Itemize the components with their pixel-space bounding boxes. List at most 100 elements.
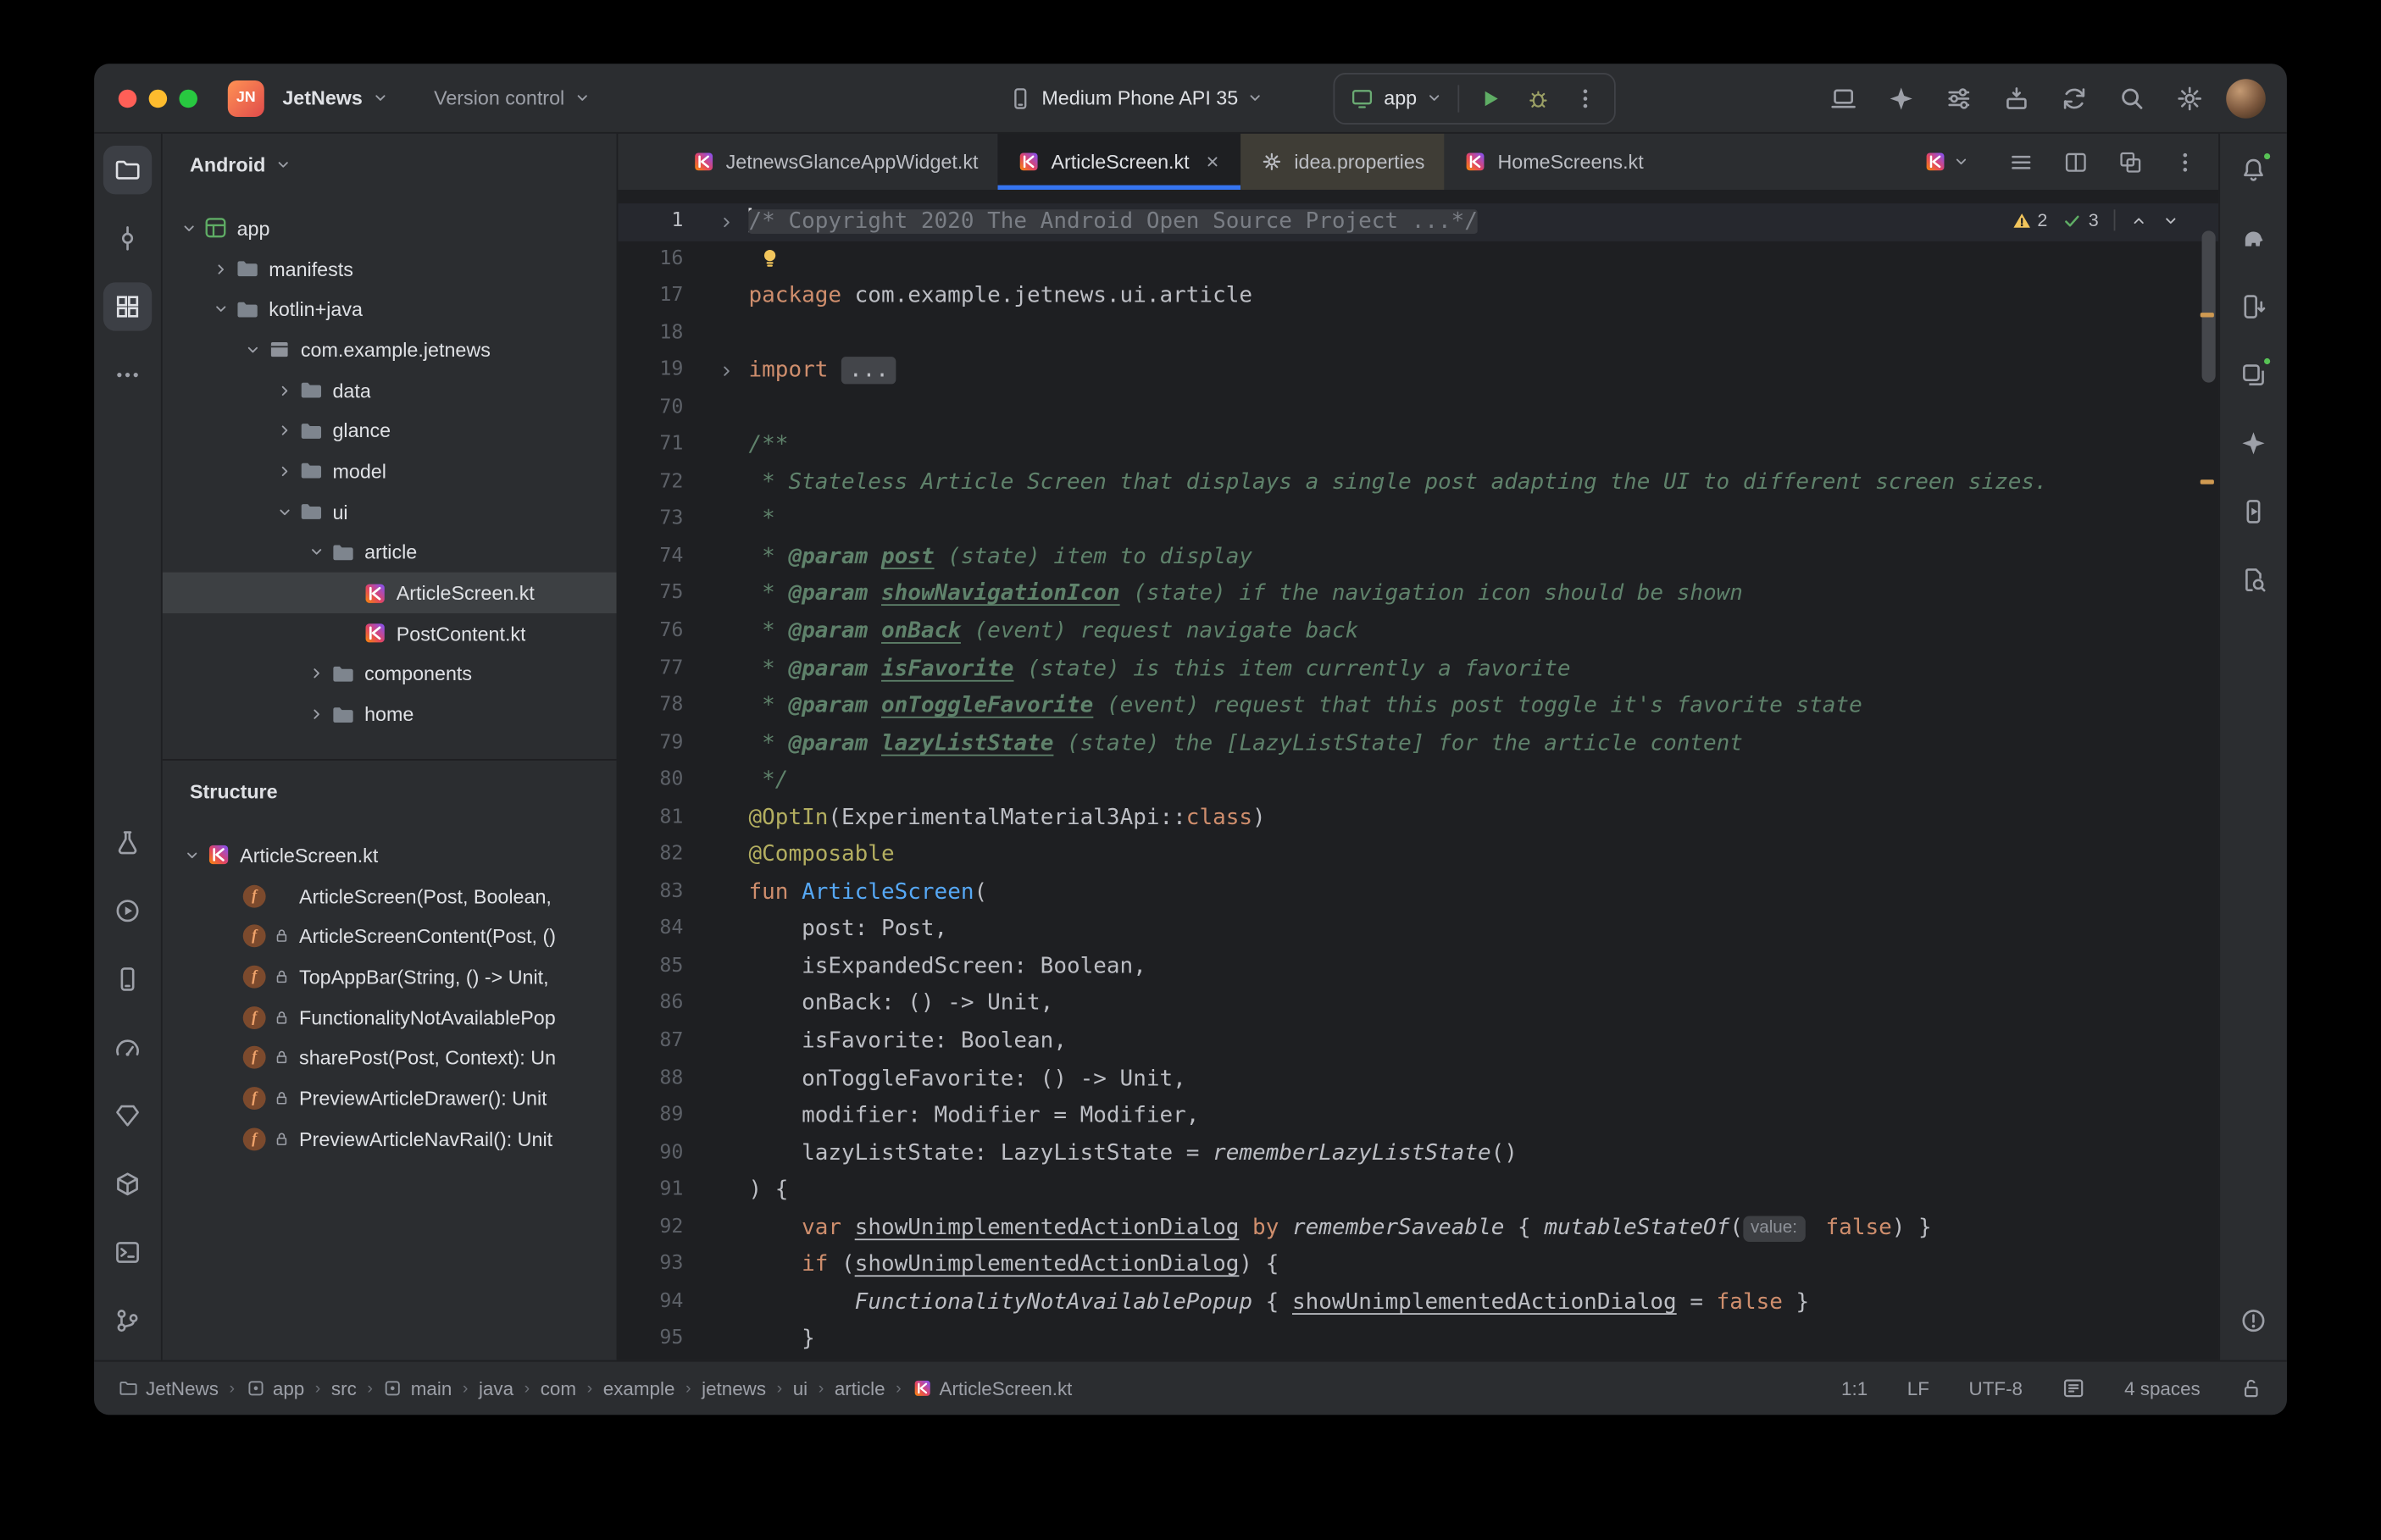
run-toolwindow-button[interactable] (103, 887, 152, 935)
project-item-postcontent-kt[interactable]: PostContent.kt (163, 613, 617, 654)
code-line-82[interactable]: 82@Composable (618, 837, 2218, 874)
project-toolwindow-button[interactable] (103, 146, 152, 194)
debug-button[interactable] (1520, 77, 1557, 119)
chevron-slot[interactable] (302, 706, 331, 723)
close-button[interactable] (119, 89, 137, 108)
project-item-com-example-jetnews[interactable]: com.example.jetnews (163, 330, 617, 370)
code-line-88[interactable]: 88 onToggleFavorite: () -> Unit, (618, 1061, 2218, 1098)
app-quality-insights-toolwindow-button[interactable] (103, 1092, 152, 1140)
code-line-77[interactable]: 77 * @param isFavorite (state) is this i… (618, 651, 2218, 688)
project-item-article[interactable]: article (163, 532, 617, 573)
gradle-sync-button[interactable] (2053, 77, 2095, 119)
indent-widget[interactable]: 4 spaces (2124, 1377, 2201, 1399)
previous-problem-icon[interactable] (2130, 212, 2147, 229)
code-line-17[interactable]: 17package com.example.jetnews.ui.article (618, 278, 2218, 315)
warnings-indicator[interactable]: 2 (2012, 209, 2047, 230)
project-item-app[interactable]: app (163, 208, 617, 249)
code-line-70[interactable]: 70 (618, 390, 2218, 427)
build-toolwindow-button[interactable] (103, 1160, 152, 1208)
chevron-slot[interactable] (207, 260, 236, 277)
more-run-options-button[interactable] (1568, 77, 1601, 119)
structure-item-previewarticlenavrail-unit[interactable]: fPreviewArticleNavRail(): Unit (163, 1118, 617, 1159)
close-tab-icon[interactable] (1205, 153, 1222, 170)
zoom-button[interactable] (179, 89, 197, 108)
editor-layout-icon[interactable] (2062, 1377, 2085, 1399)
breadcrumb-main[interactable]: main (383, 1377, 452, 1399)
code-line-18[interactable]: 18 (618, 315, 2218, 352)
editor-tab-jetnewsglanceappwidget-kt[interactable]: JetnewsGlanceAppWidget.kt (673, 134, 998, 190)
device-streaming-button[interactable] (1823, 77, 1865, 119)
breadcrumb-jetnews[interactable]: JetNews (119, 1377, 219, 1399)
chevron-slot[interactable] (238, 341, 267, 358)
gradle-toolwindow-button[interactable] (2229, 214, 2278, 263)
kotlin-dropdown-button[interactable] (1924, 150, 1970, 173)
settings-button[interactable] (2168, 77, 2211, 119)
code-line-79[interactable]: 79 * @param lazyListState (state) the [L… (618, 725, 2218, 762)
structure-item-articlescreen-post-boolean[interactable]: fArticleScreen(Post, Boolean, (163, 875, 617, 916)
code-line-93[interactable]: 93 if (showUnimplementedActionDialog) { (618, 1247, 2218, 1284)
code-line-90[interactable]: 90 lazyListState: LazyListState = rememb… (618, 1135, 2218, 1172)
code-line-92[interactable]: 92 var showUnimplementedActionDialog by … (618, 1210, 2218, 1247)
code-line-16[interactable]: 16 (618, 241, 2218, 278)
breadcrumb-article[interactable]: article (835, 1377, 885, 1399)
chevron-slot[interactable] (175, 220, 203, 237)
chevron-slot[interactable] (302, 544, 331, 561)
problems-toolwindow-button[interactable] (2229, 1296, 2278, 1344)
breadcrumb-java[interactable]: java (479, 1377, 513, 1399)
project-item-glance[interactable]: glance (163, 411, 617, 451)
gemini-toolwindow-button[interactable] (2229, 419, 2278, 468)
chevron-slot[interactable] (302, 666, 331, 683)
more-toolwindow-button[interactable] (103, 351, 152, 399)
minimize-button[interactable] (149, 89, 168, 108)
sliders-button[interactable] (1938, 77, 1980, 119)
structure-toolwindow-button[interactable] (103, 282, 152, 330)
device-explorer-toolwindow-button[interactable] (2229, 282, 2278, 330)
chevron-slot[interactable] (270, 503, 299, 520)
code-line-80[interactable]: 80 */ (618, 762, 2218, 800)
next-problem-icon[interactable] (2162, 212, 2179, 229)
editor-scrollbar[interactable] (2202, 230, 2216, 382)
breadcrumb-articlescreen-kt[interactable]: ArticleScreen.kt (912, 1377, 1072, 1399)
ai-assistant-button[interactable] (1880, 77, 1923, 119)
code-editor[interactable]: 1/* Copyright 2020 The Android Open Sour… (618, 191, 2218, 1360)
structure-item-functionalitynotavailablepop[interactable]: fFunctionalityNotAvailablePop (163, 997, 617, 1038)
chevron-slot[interactable] (270, 423, 299, 440)
code-line-83[interactable]: 83fun ArticleScreen( (618, 874, 2218, 911)
breadcrumb-ui[interactable]: ui (793, 1377, 808, 1399)
project-widget[interactable]: JetNews (274, 80, 398, 115)
search-button[interactable] (2111, 77, 2153, 119)
chevron-slot[interactable] (178, 847, 207, 864)
resource-manager-toolwindow-button[interactable] (2229, 351, 2278, 399)
code-line-89[interactable]: 89 modifier: Modifier = Modifier, (618, 1098, 2218, 1135)
project-item-kotlin-java[interactable]: kotlin+java (163, 289, 617, 330)
gutter-fold-slot[interactable] (683, 352, 748, 390)
breadcrumb-app[interactable]: app (246, 1377, 305, 1399)
terminal-toolwindow-button[interactable] (103, 1228, 152, 1277)
code-line-72[interactable]: 72 * Stateless Article Screen that displ… (618, 464, 2218, 501)
project-item-data[interactable]: data (163, 370, 617, 411)
code-line-1[interactable]: 1/* Copyright 2020 The Android Open Sour… (618, 203, 2218, 241)
vcs-widget[interactable]: Version control (425, 80, 599, 115)
project-view-header[interactable]: Android (163, 134, 617, 195)
editor-tab-idea-properties[interactable]: idea.properties (1241, 134, 1445, 190)
chevron-slot[interactable] (270, 463, 299, 480)
project-item-articlescreen-kt[interactable]: ArticleScreen.kt (163, 573, 617, 613)
editor-windows-button[interactable] (2118, 150, 2143, 174)
project-item-components[interactable]: components (163, 654, 617, 695)
app-inspection-toolwindow-button[interactable] (103, 818, 152, 867)
editor-tab-articlescreen-kt[interactable]: ArticleScreen.kt (998, 134, 1241, 190)
caret-position-widget[interactable]: 1:1 (1841, 1377, 1868, 1399)
project-item-home[interactable]: home (163, 694, 617, 734)
version-control-toolwindow-button[interactable] (103, 1296, 152, 1344)
run-configuration-selector[interactable]: app (1347, 83, 1446, 114)
more-options-button[interactable] (2173, 150, 2197, 174)
device-selector[interactable]: Medium Phone API 35 (999, 80, 1273, 116)
code-line-87[interactable]: 87 isFavorite: Boolean, (618, 1023, 2218, 1061)
code-line-95[interactable]: 95 } (618, 1321, 2218, 1359)
code-line-85[interactable]: 85 isExpandedScreen: Boolean, (618, 949, 2218, 986)
code-line-86[interactable]: 86 onBack: () -> Unit, (618, 986, 2218, 1023)
code-line-78[interactable]: 78 * @param onToggleFavorite (event) req… (618, 688, 2218, 725)
device-manager-toolwindow-button[interactable] (103, 955, 152, 1003)
sdk-manager-button[interactable] (1995, 77, 2038, 119)
split-editor-button[interactable] (2063, 150, 2088, 174)
